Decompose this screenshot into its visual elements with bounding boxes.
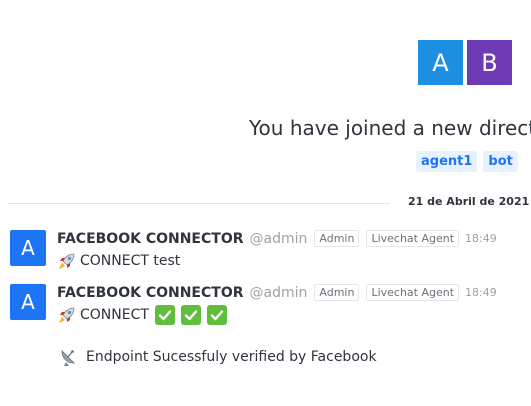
sender-username[interactable]: @admin [250,285,308,301]
date-divider-label: 21 de Abril de 2021 [408,195,530,208]
avatar[interactable]: A [10,284,46,320]
message-time[interactable]: 18:49 [465,232,497,245]
room-member-avatars: A B [418,40,512,85]
member-tags: agent1 bot [416,151,518,172]
role-badge-livechat-agent: Livechat Agent [366,284,460,301]
message-header: FACEBOOK CONNECTOR @admin Admin Livechat… [57,230,497,247]
avatar-letter: A [432,48,449,77]
check-mark-icon [206,305,227,325]
date-divider-line [8,203,390,204]
check-mark-icon [180,305,201,325]
role-badge-admin: Admin [314,284,360,301]
system-message-text: Endpoint Sucessfuly verified by Facebook [86,349,377,365]
message-body: CONNECT [57,305,227,325]
system-message: Endpoint Sucessfuly verified by Facebook [58,347,377,367]
avatar-letter: A [21,236,35,260]
role-badge-livechat-agent: Livechat Agent [366,230,460,247]
chat-room: A B You have joined a new direct agent1 … [0,0,531,406]
avatar[interactable]: A [10,230,46,266]
avatar-letter: A [21,290,35,314]
message-text: CONNECT test [80,253,181,269]
avatar-letter: B [481,48,498,77]
mention-tag-bot[interactable]: bot [483,151,518,172]
rocket-icon [57,305,77,325]
message-header: FACEBOOK CONNECTOR @admin Admin Livechat… [57,284,497,301]
mention-tag-agent1[interactable]: agent1 [416,151,478,172]
sender-name[interactable]: FACEBOOK CONNECTOR [57,231,244,247]
avatar-a[interactable]: A [418,40,463,85]
joined-message: You have joined a new direct [249,116,531,140]
message-body: CONNECT test [57,251,180,271]
message-time[interactable]: 18:49 [465,286,497,299]
role-badge-admin: Admin [314,230,360,247]
message-text: CONNECT [80,307,149,323]
satellite-dish-icon [58,347,78,367]
check-mark-icon [154,305,175,325]
sender-name[interactable]: FACEBOOK CONNECTOR [57,285,244,301]
sender-username[interactable]: @admin [250,231,308,247]
avatar-b[interactable]: B [467,40,512,85]
rocket-icon [57,251,77,271]
